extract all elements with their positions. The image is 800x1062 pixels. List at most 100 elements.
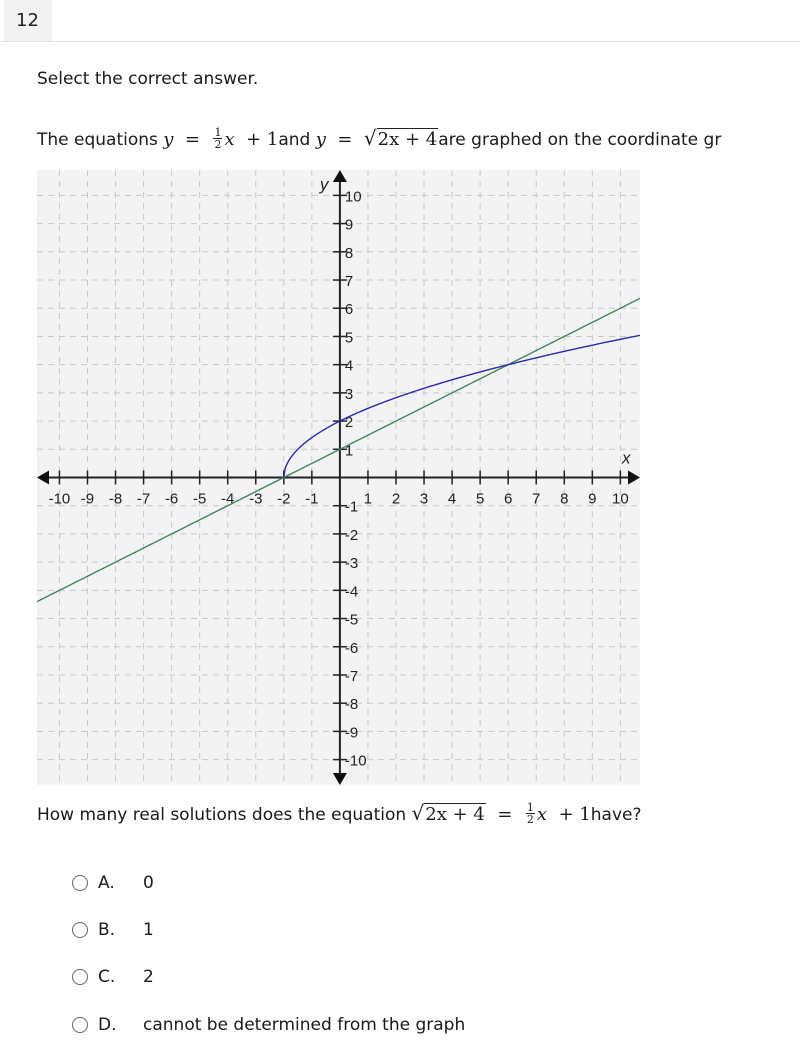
radio-button[interactable]: [72, 969, 88, 985]
question-header: 12: [0, 0, 800, 42]
radio-button[interactable]: [72, 875, 88, 891]
radio-button[interactable]: [72, 922, 88, 938]
y-tick-label: -9: [345, 724, 358, 741]
y-tick-label: -5: [345, 612, 358, 629]
instruction-text: Select the correct answer.: [37, 69, 259, 89]
x-tick-label: 4: [448, 491, 456, 508]
radio-button[interactable]: [72, 1017, 88, 1033]
y-tick-labels: -10-9-8-7-6-5-4-3-2-112345678910: [345, 188, 367, 769]
question-equals: =: [497, 804, 513, 825]
y-tick-label: 6: [345, 301, 353, 318]
y-tick-label: -3: [345, 555, 358, 572]
x-tick-label: -7: [137, 491, 150, 508]
y-tick-label: 8: [345, 245, 353, 262]
x-tick-label: 5: [476, 491, 484, 508]
y-axis-label: y: [319, 175, 330, 194]
y-tick-label: -4: [345, 583, 358, 600]
choice-b[interactable]: B. 1: [72, 918, 154, 942]
question-number: 12: [4, 0, 52, 41]
eq1-fraction: 12: [213, 125, 223, 151]
choice-letter: D.: [98, 1015, 117, 1035]
linear-function-line: [37, 297, 640, 603]
radical-sign-icon: √: [411, 801, 425, 825]
choice-text: 2: [143, 967, 154, 987]
y-tick-label: 4: [345, 358, 353, 375]
radicand: 2x + 4: [376, 128, 439, 150]
choice-a[interactable]: A. 0: [72, 871, 154, 895]
x-tick-label: 1: [364, 491, 372, 508]
y-tick-label: -6: [345, 640, 358, 657]
frac-den: 2: [214, 137, 222, 151]
eq1-lhs: y: [163, 129, 174, 150]
x-tick-label: 3: [420, 491, 428, 508]
choice-text: 1: [143, 920, 154, 940]
y-tick-label: 10: [345, 188, 362, 205]
choice-text: 0: [143, 873, 154, 893]
prompt-text: The equations y = 12x + 1and y = √2x + 4…: [37, 126, 721, 152]
y-tick-label: -7: [345, 668, 358, 685]
y-axis-down-arrow-icon: [332, 773, 347, 785]
x-tick-label: -3: [249, 491, 262, 508]
frac-num: 1: [213, 125, 223, 139]
question-plus: +: [558, 804, 574, 825]
equation-linear: y = 12x + 1: [163, 125, 279, 151]
y-tick-label: 3: [345, 386, 353, 403]
x-axis-right-arrow-icon: [628, 470, 640, 485]
choice-letter: A.: [98, 873, 115, 893]
choice-letter: B.: [98, 920, 116, 940]
x-tick-label: 2: [392, 491, 400, 508]
x-tick-label: -8: [109, 491, 122, 508]
prompt-mid: and: [278, 130, 311, 150]
axes: [37, 170, 640, 785]
question-sqrt: √2x + 4: [412, 801, 486, 825]
choice-letter: C.: [98, 967, 116, 987]
y-tick-label: 9: [345, 217, 353, 234]
y-tick-label: -2: [345, 527, 358, 544]
x-tick-label: -2: [277, 491, 290, 508]
eq1-var: x: [224, 129, 235, 150]
question-tail: have?: [590, 805, 642, 825]
question-const: 1: [579, 804, 591, 825]
equation-sqrt: y = √2x + 4: [315, 126, 439, 150]
frac-num: 1: [525, 800, 535, 814]
prompt-lead: The equations: [37, 130, 158, 150]
eq1-const: 1: [266, 129, 279, 150]
x-tick-labels: -10 -9 -8 -7 -6 -5 -4 -3 -2 -1 1 2 3 4 5 6 7 8 9 10: [49, 491, 629, 508]
sqrt-expression: √2x + 4: [363, 126, 439, 150]
x-axis-left-arrow-icon: [37, 470, 49, 485]
x-tick-label: -10: [49, 491, 71, 508]
coordinate-graph: -10 -9 -8 -7 -6 -5 -4 -3 -2 -1 1 2 3 4 5 6 7 8 9 10 -10 -9 -8…: [37, 170, 640, 785]
y-axis-up-arrow-icon: [332, 170, 347, 182]
frac-den: 2: [526, 812, 534, 826]
question-var: x: [536, 804, 548, 825]
x-tick-label: 9: [588, 491, 596, 508]
x-tick-label: 6: [504, 491, 512, 508]
choice-text: cannot be determined from the graph: [143, 1015, 466, 1035]
eq1-equals: =: [184, 129, 201, 150]
x-tick-label: -9: [81, 491, 94, 508]
eq2-equals: =: [337, 129, 353, 150]
choice-d[interactable]: D. cannot be determined from the graph: [72, 1013, 465, 1037]
radical-sign-icon: √: [363, 126, 377, 150]
graph-svg: -10 -9 -8 -7 -6 -5 -4 -3 -2 -1 1 2 3 4 5 6 7 8 9 10 -10 -9 -8…: [37, 170, 640, 785]
question-lead: How many real solutions does the equatio…: [37, 805, 407, 825]
y-tick-label: 7: [345, 273, 353, 290]
sqrt-function-curve: [283, 334, 640, 478]
y-tick-label: 5: [345, 329, 353, 346]
x-tick-label: 7: [532, 491, 540, 508]
x-axis-label: x: [621, 449, 631, 468]
question-radicand: 2x + 4: [424, 803, 486, 825]
x-tick-label: -6: [165, 491, 178, 508]
plotted-curves: [37, 297, 640, 603]
x-tick-label: -5: [193, 491, 206, 508]
choice-c[interactable]: C. 2: [72, 965, 154, 989]
y-tick-label: -10: [345, 753, 367, 770]
prompt-tail: are graphed on the coordinate gr: [438, 130, 722, 150]
y-tick-label: -1: [345, 499, 358, 516]
question-fraction: 12: [525, 800, 535, 826]
question-equation: √2x + 4 = 12x + 1: [412, 800, 591, 826]
eq2-lhs: y: [315, 129, 326, 150]
x-tick-label: 10: [612, 491, 629, 508]
x-tick-label: -1: [305, 491, 318, 508]
y-tick-label: -8: [345, 696, 358, 713]
